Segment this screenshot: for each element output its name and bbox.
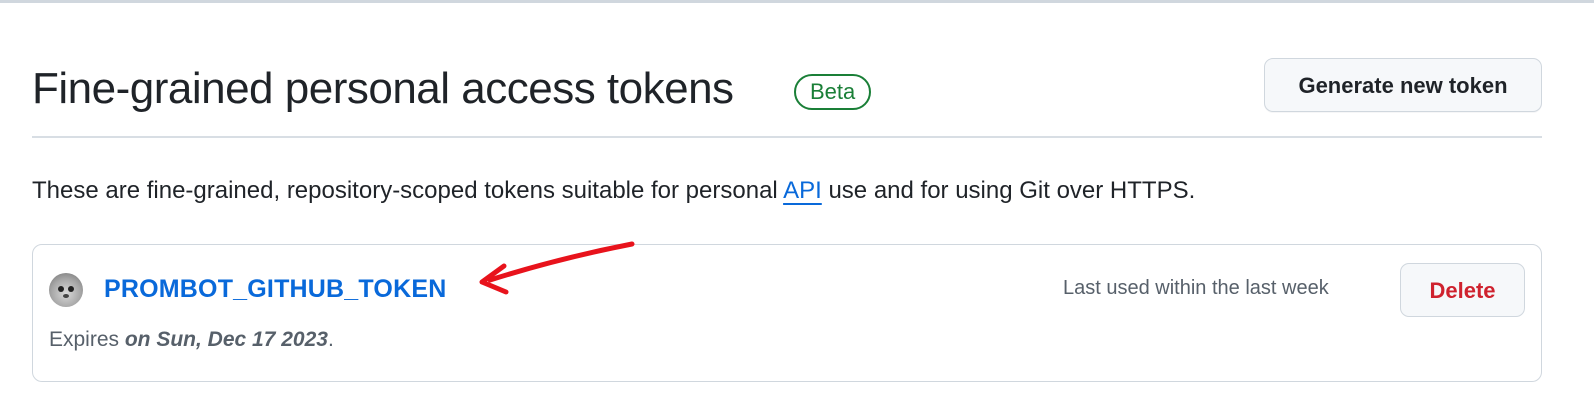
top-divider: [0, 0, 1594, 3]
expires-date: on Sun, Dec 17 2023: [124, 328, 328, 351]
avatar-eye-right: [68, 286, 74, 292]
delete-token-button[interactable]: Delete: [1400, 263, 1525, 317]
beta-badge: Beta: [794, 74, 872, 110]
expires-prefix: Expires: [49, 328, 125, 351]
avatar: [49, 273, 83, 307]
red-arrow-icon: [479, 241, 635, 295]
page-header: Fine-grained personal access tokens Beta…: [32, 58, 1542, 120]
last-used-text: Last used within the last week: [1063, 277, 1329, 299]
expiration-text: Expires on Sun, Dec 17 2023.: [49, 323, 334, 357]
red-arrow-shaft: [487, 241, 635, 283]
avatar-nose: [63, 294, 69, 298]
token-list-item: PROMBOT_GITHUB_TOKEN Last used within th…: [32, 244, 1542, 382]
tokens-page: Fine-grained personal access tokens Beta…: [0, 0, 1594, 414]
expires-suffix: .: [327, 328, 334, 351]
generate-new-token-button[interactable]: Generate new token: [1264, 58, 1542, 112]
api-link[interactable]: API: [783, 177, 822, 204]
token-name-link[interactable]: PROMBOT_GITHUB_TOKEN: [104, 269, 446, 309]
description-before-link: These are fine-grained, repository-scope…: [32, 177, 784, 204]
page-title: Fine-grained personal access tokens: [32, 64, 734, 113]
description-after-link: use and for using Git over HTTPS.: [821, 177, 1196, 204]
avatar-eye-left: [58, 286, 64, 292]
header-divider: [32, 136, 1542, 138]
description-text: These are fine-grained, repository-scope…: [32, 172, 1195, 210]
